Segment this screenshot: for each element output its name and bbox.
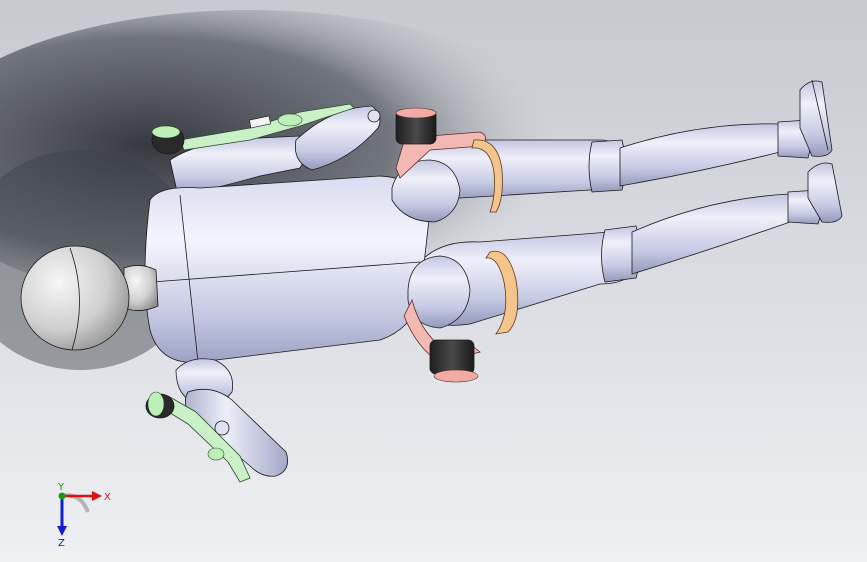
x-axis-label: X [104,492,111,503]
y-axis-label: Y [57,482,65,493]
orientation-triad[interactable]: X Z Y [40,478,120,550]
y-axis-dot [58,492,66,500]
model-scene[interactable] [0,0,867,562]
head[interactable] [20,245,130,351]
z-axis-label: Z [58,538,65,549]
motor-lower [429,339,475,375]
wrist-joint-top [367,109,381,123]
3d-viewport[interactable]: X Z Y [0,0,867,562]
